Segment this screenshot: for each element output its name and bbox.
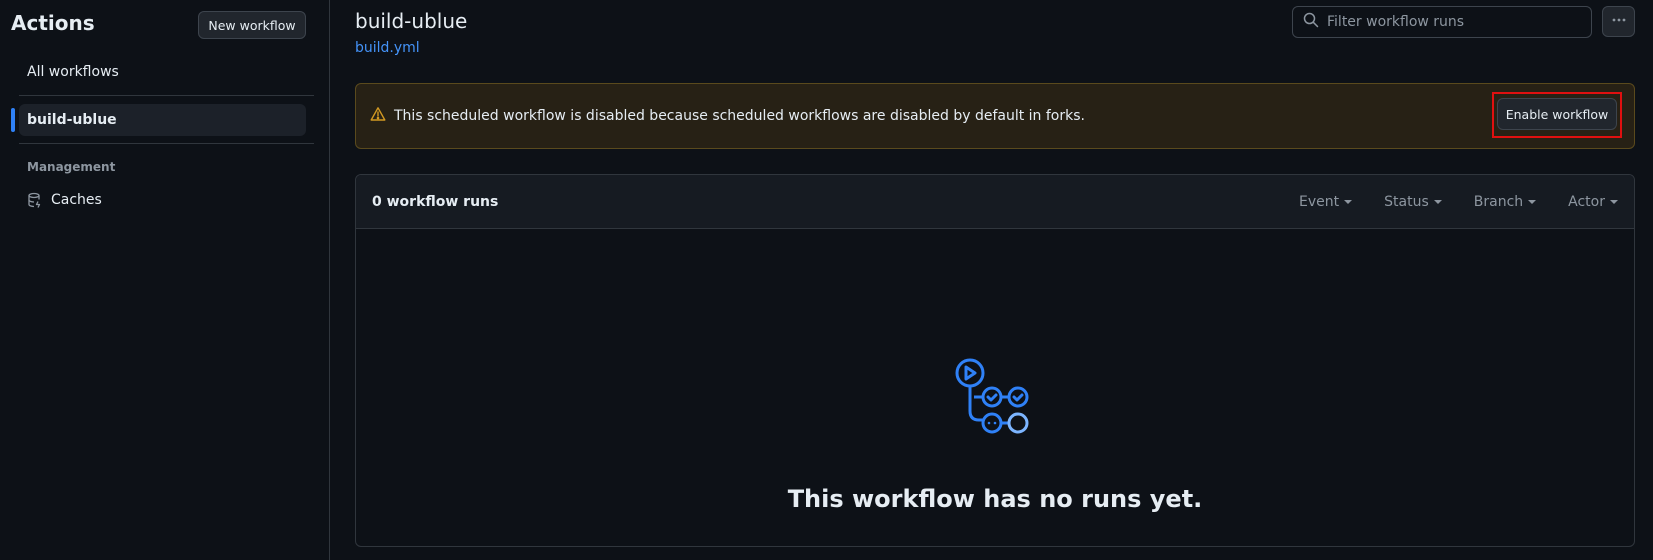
actor-filter[interactable]: Actor xyxy=(1568,194,1618,210)
alert-icon xyxy=(370,106,386,126)
empty-state-title: This workflow has no runs yet. xyxy=(787,485,1203,513)
more-options-button[interactable] xyxy=(1602,6,1635,37)
sidebar-item-label: All workflows xyxy=(27,64,119,80)
sidebar-item-label: Caches xyxy=(51,192,102,208)
sidebar-divider xyxy=(19,143,314,144)
database-icon xyxy=(27,192,43,208)
sidebar-item-build-ublue[interactable]: build-ublue xyxy=(19,104,306,136)
sidebar-divider xyxy=(19,95,314,96)
workflow-icon xyxy=(954,357,1038,441)
sidebar-item-all-workflows[interactable]: All workflows xyxy=(19,56,306,88)
caret-down-icon xyxy=(1528,200,1537,204)
sidebar-title: Actions xyxy=(11,11,95,35)
search-placeholder: Filter workflow runs xyxy=(1327,14,1465,30)
runs-filters: Event Status Branch Actor xyxy=(1267,175,1618,229)
status-filter[interactable]: Status xyxy=(1384,194,1442,210)
caret-down-icon xyxy=(1433,200,1442,204)
search-input[interactable]: Filter workflow runs xyxy=(1292,6,1592,38)
caret-down-icon xyxy=(1344,200,1353,204)
new-workflow-button[interactable]: New workflow xyxy=(198,11,306,39)
sidebar-item-caches[interactable]: Caches xyxy=(19,184,306,216)
kebab-horizontal-icon xyxy=(1611,12,1627,31)
sidebar: Actions New workflow All workflows build… xyxy=(0,0,330,560)
caret-down-icon xyxy=(1610,200,1618,204)
filter-label: Branch xyxy=(1473,194,1524,210)
enable-workflow-button[interactable]: Enable workflow xyxy=(1497,98,1617,130)
runs-header: 0 workflow runs Event Status Branch Acto… xyxy=(356,175,1634,229)
management-heading: Management xyxy=(27,160,116,174)
filter-label: Status xyxy=(1384,194,1429,210)
sidebar-item-label: build-ublue xyxy=(27,112,117,128)
runs-count: 0 workflow runs xyxy=(372,193,499,210)
search-icon xyxy=(1303,12,1319,32)
active-indicator xyxy=(11,108,15,132)
workflow-file-link[interactable]: build.yml xyxy=(355,40,420,56)
disabled-workflow-banner: This scheduled workflow is disabled beca… xyxy=(355,83,1635,149)
filter-label: Actor xyxy=(1568,194,1605,210)
workflow-runs-panel: 0 workflow runs Event Status Branch Acto… xyxy=(355,174,1635,547)
empty-state: This workflow has no runs yet. xyxy=(356,229,1634,546)
branch-filter[interactable]: Branch xyxy=(1473,194,1537,210)
event-filter[interactable]: Event xyxy=(1299,194,1353,210)
banner-message: This scheduled workflow is disabled beca… xyxy=(394,108,1085,124)
page-title: build-ublue xyxy=(355,9,468,33)
filter-label: Event xyxy=(1299,194,1340,210)
